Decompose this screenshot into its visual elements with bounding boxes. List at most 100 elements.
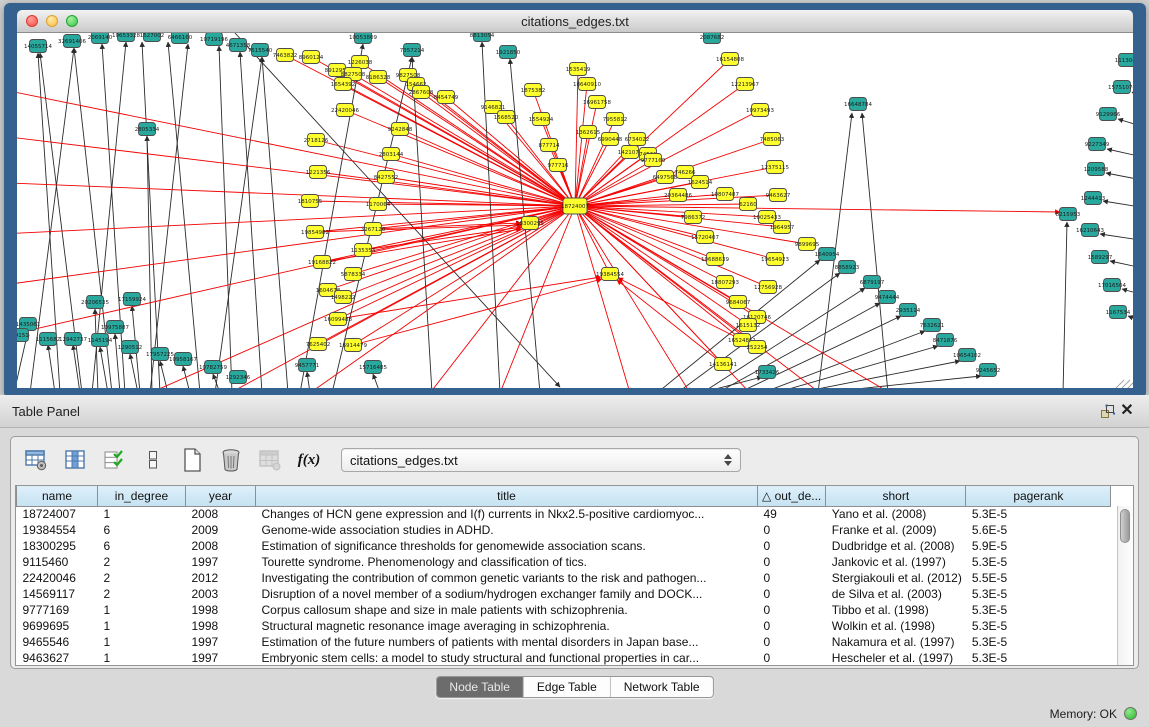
graph-node[interactable]: 20206535 — [81, 296, 109, 309]
graph-node[interactable]: 7632621 — [920, 319, 945, 332]
graph-node[interactable]: 8215953 — [1056, 208, 1081, 221]
graph-node[interactable]: 15716485 — [359, 361, 387, 374]
graph-node[interactable]: 12213967 — [731, 78, 759, 91]
tab-edge-table[interactable]: Edge Table — [523, 677, 610, 697]
graph-node[interactable]: 32691406 — [58, 35, 86, 48]
import-table-button[interactable] — [257, 447, 283, 473]
table-row[interactable]: 1938455462009Genome-wide association stu… — [17, 522, 1111, 538]
graph-node[interactable]: 16648784 — [844, 98, 872, 111]
graph-node[interactable]: 877714 — [539, 139, 560, 152]
graph-node[interactable]: 1964957 — [770, 221, 795, 234]
graph-node[interactable]: 1527002 — [140, 33, 165, 42]
graph-node[interactable]: 10719196 — [200, 33, 228, 46]
table-options-button[interactable] — [23, 447, 49, 473]
graph-node[interactable]: 1115682 — [36, 333, 61, 346]
select-rows-button[interactable] — [101, 447, 127, 473]
graph-node[interactable]: 1421072 — [618, 146, 643, 159]
table-row[interactable]: 911546021997Tourette syndrome. Phenomeno… — [17, 554, 1111, 570]
graph-node[interactable]: 2935114 — [896, 304, 921, 317]
graph-node[interactable]: 8471876 — [933, 334, 958, 347]
graph-node[interactable]: 1654392 — [331, 78, 356, 91]
scrollbar-thumb[interactable] — [1120, 509, 1130, 543]
function-builder-button[interactable]: f(x) — [296, 447, 322, 473]
tab-network-table[interactable]: Network Table — [610, 677, 713, 697]
graph-node[interactable]: 15751074 — [1108, 81, 1133, 94]
graph-node[interactable]: 17159924 — [118, 293, 146, 306]
column-header-title[interactable]: title — [256, 486, 758, 506]
graph-node[interactable]: 1498222 — [331, 291, 356, 304]
column-header-out_degree[interactable]: △ out_de... — [758, 486, 826, 506]
graph-node[interactable]: 8813054 — [470, 33, 495, 42]
table-vertical-scrollbar[interactable] — [1117, 506, 1133, 665]
graph-node[interactable]: 2718126 — [304, 134, 329, 147]
graph-node[interactable]: 8454749 — [434, 91, 459, 104]
graph-node[interactable]: 7986372 — [681, 211, 706, 224]
graph-node[interactable]: 1113044 — [1115, 54, 1133, 67]
column-header-name[interactable]: name — [17, 486, 98, 506]
table-selector-dropdown[interactable]: citations_edges.txt — [341, 448, 741, 472]
graph-node[interactable]: 6990448 — [598, 133, 623, 146]
tab-node-table[interactable]: Node Table — [436, 677, 523, 697]
table-row[interactable]: 1456911722003Disruption of a novel membe… — [17, 586, 1111, 602]
graph-node[interactable]: 6734022 — [625, 133, 650, 146]
graph-node[interactable]: 12375115 — [761, 161, 789, 174]
column-header-pagerank[interactable]: pagerank — [966, 486, 1111, 506]
graph-node[interactable]: 9457771 — [295, 359, 320, 372]
column-header-in_degree[interactable]: in_degree — [98, 486, 186, 506]
create-table-button[interactable] — [179, 447, 205, 473]
graph-node[interactable]: 10653328 — [112, 33, 140, 42]
graph-node[interactable]: 7515540 — [248, 44, 273, 57]
graph-node[interactable]: 10958167 — [169, 353, 197, 366]
graph-node[interactable]: 8960124 — [299, 51, 324, 64]
graph-node[interactable]: 1221356 — [306, 166, 331, 179]
graph-node[interactable]: 9474444 — [875, 291, 900, 304]
graph-node[interactable]: 1554924 — [529, 113, 554, 126]
graph-node[interactable]: 17016504 — [1098, 279, 1126, 292]
graph-hub-node[interactable]: 18724007 — [561, 198, 589, 214]
graph-node[interactable]: 1535419 — [566, 63, 591, 76]
delete-table-button[interactable] — [218, 447, 244, 473]
graph-node[interactable]: 1292346 — [226, 371, 251, 384]
graph-node[interactable]: 7485063 — [760, 133, 785, 146]
column-header-year[interactable]: year — [186, 486, 256, 506]
graph-node[interactable]: 14136141 — [709, 358, 737, 371]
graph-node[interactable]: 252254 — [747, 341, 768, 354]
graph-node[interactable]: 9245652 — [976, 364, 1001, 377]
graph-node[interactable]: 977716 — [548, 159, 569, 172]
graph-node[interactable]: 16961758 — [583, 96, 611, 109]
graph-node[interactable]: 1875382 — [521, 84, 546, 97]
graph-node[interactable]: 1244413 — [1081, 192, 1106, 205]
table-row[interactable]: 1872400712008Changes of HCN gene express… — [17, 506, 1111, 522]
graph-node[interactable]: 8858923 — [835, 261, 860, 274]
graph-node[interactable]: 9242848 — [388, 123, 413, 136]
graph-node[interactable]: 9777169 — [641, 154, 666, 167]
table-row[interactable]: 1830029562008Estimation of significance … — [17, 538, 1111, 554]
graph-node[interactable]: 8427552 — [374, 171, 399, 184]
graph-node[interactable]: 17957225 — [146, 348, 174, 361]
graph-node[interactable]: 2805334 — [135, 123, 160, 136]
float-window-button[interactable] — [1097, 401, 1117, 421]
graph-node[interactable]: 1226038 — [348, 56, 373, 69]
graph-node[interactable]: 9684067 — [726, 296, 751, 309]
table-row[interactable]: 946362711997Embryonic stem cells: a mode… — [17, 650, 1111, 666]
graph-node[interactable]: 6879197 — [860, 276, 885, 289]
graph-node[interactable]: 9129966 — [1096, 108, 1121, 121]
graph-node[interactable]: 1290512 — [118, 341, 143, 354]
graph-node[interactable]: 1135353 — [351, 244, 376, 257]
graph-node[interactable]: 2803144 — [379, 148, 404, 161]
graph-node[interactable]: 1167534 — [1106, 306, 1131, 319]
graph-node[interactable]: 2069140 — [88, 33, 113, 44]
graph-node[interactable]: 39151 — [17, 329, 29, 342]
graph-node[interactable]: 16210643 — [1076, 224, 1104, 237]
graph-node[interactable]: 12942737 — [59, 333, 87, 346]
graph-node[interactable]: 7625402 — [306, 338, 331, 351]
graph-node[interactable]: 9463627 — [766, 189, 791, 202]
graph-node[interactable]: 10688639 — [701, 253, 729, 266]
column-header-short[interactable]: short — [826, 486, 966, 506]
window-titlebar[interactable]: citations_edges.txt — [17, 10, 1133, 33]
graph-node[interactable]: 1615132 — [736, 319, 761, 332]
graph-node[interactable]: 1589297 — [1088, 251, 1113, 264]
row-chooser-button[interactable] — [140, 447, 166, 473]
table-row[interactable]: 969969511998Structural magnetic resonanc… — [17, 618, 1111, 634]
graph-node[interactable]: 7463822 — [273, 49, 298, 62]
